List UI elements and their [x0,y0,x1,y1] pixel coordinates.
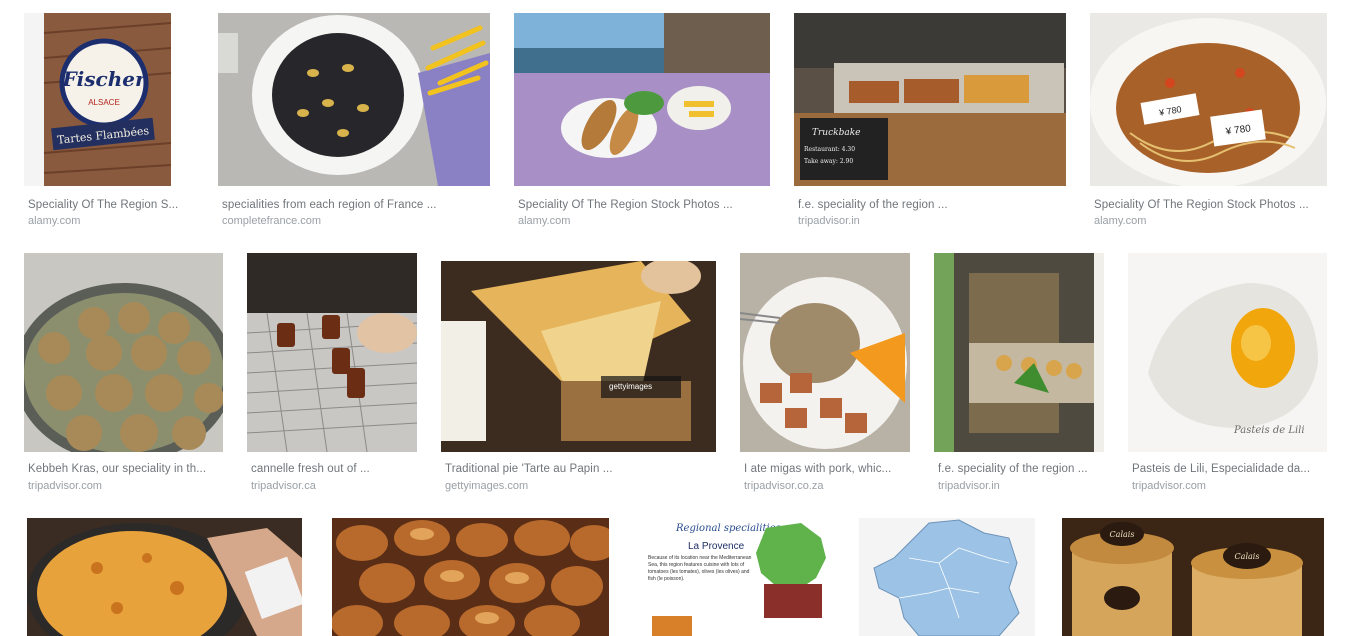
result-source: tripadvisor.com [28,480,102,492]
menu-line1-text: Restaurant: 4.30 [804,146,855,153]
result-thumbnail[interactable]: ¥ 780 ¥ 780 [1090,13,1327,186]
result-caption: Pasteis de Lili, Especialidade da... [1132,463,1311,475]
result-caption: Kebbeh Kras, our speciality in th... [28,463,207,475]
image-result[interactable] [332,518,609,636]
result-caption: specialities from each region of France … [222,199,437,211]
result-caption: cannelle fresh out of ... [251,463,370,475]
image-result[interactable]: cannelle fresh out of ... tripadvisor.ca [247,253,417,495]
result-caption: f.e. speciality of the region ... [798,199,948,211]
image-result[interactable]: specialities from each region of France … [218,13,490,233]
image-result[interactable]: gettyimages Traditional pie 'Tarte au Pa… [441,253,716,495]
result-source: tripadvisor.in [938,480,1000,492]
image-result[interactable]: f.e. speciality of the region ... tripad… [934,253,1104,495]
result-caption: Speciality Of The Region S... [28,199,179,211]
result-source: alamy.com [518,215,571,227]
result-thumbnail[interactable] [740,253,910,452]
result-caption: f.e. speciality of the region ... [938,463,1088,475]
pasteis-brand-text: Pasteis de Lili [1233,425,1305,436]
result-thumbnail[interactable]: Calais Calais [1062,518,1324,636]
result-thumbnail[interactable] [332,518,609,636]
result-source: alamy.com [1094,215,1147,227]
image-result[interactable]: Fischer ALSACE Tartes Flambées Specialit… [24,13,204,233]
result-source: completefrance.com [222,215,322,227]
result-thumbnail[interactable] [218,13,490,186]
result-thumbnail[interactable] [27,518,302,636]
image-result[interactable] [27,518,302,636]
image-result[interactable]: I ate migas with pork, whic... tripadvis… [740,253,910,495]
result-source: tripadvisor.co.za [744,480,824,492]
result-caption: I ate migas with pork, whic... [744,463,892,475]
result-caption: Speciality Of The Region Stock Photos ..… [518,199,733,211]
result-thumbnail[interactable] [934,253,1104,452]
image-result[interactable]: Calais Calais [1062,518,1324,636]
result-source: alamy.com [28,215,81,227]
result-thumbnail[interactable]: Truckbake Restaurant: 4.30 Take away: 2.… [794,13,1066,186]
result-thumbnail[interactable]: Pasteis de Lili [1128,253,1327,452]
sign-name-text: Fischer [61,67,147,91]
image-result[interactable] [859,518,1035,636]
image-result[interactable]: Kebbeh Kras, our speciality in th... tri… [24,253,223,495]
result-source: gettyimages.com [445,480,529,492]
result-source: tripadvisor.com [1132,480,1206,492]
image-result[interactable]: Pasteis de Lili Pasteis de Lili, Especia… [1128,253,1327,495]
image-result[interactable]: Truckbake Restaurant: 4.30 Take away: 2.… [794,13,1066,233]
menu-line2-text: Take away: 2.90 [804,158,853,165]
result-caption: Speciality Of The Region Stock Photos ..… [1094,199,1309,211]
menu-title-text: Truckbake [812,128,861,138]
result-source: tripadvisor.in [798,215,860,227]
getty-watermark: gettyimages [609,382,652,391]
image-result[interactable]: Regional specialities La Provence Becaus… [636,518,835,636]
worksheet-body: Because of its location near the Mediter… [648,555,752,582]
calais-logo-2: Calais [1235,552,1260,561]
calais-logo-1: Calais [1110,530,1135,539]
result-thumbnail[interactable] [859,518,1035,636]
result-thumbnail[interactable] [514,13,770,186]
result-thumbnail[interactable]: Fischer ALSACE Tartes Flambées [24,13,171,186]
image-result[interactable]: ¥ 780 ¥ 780 Speciality Of The Region Sto… [1090,13,1327,233]
image-result[interactable]: Speciality Of The Region Stock Photos ..… [514,13,770,233]
result-thumbnail[interactable] [24,253,223,452]
result-caption: Traditional pie 'Tarte au Papin ... [445,463,613,475]
result-thumbnail[interactable]: Regional specialities La Provence Becaus… [636,518,835,636]
worksheet-region: La Provence [688,541,745,552]
result-thumbnail[interactable]: gettyimages [441,261,716,452]
result-source: tripadvisor.ca [251,480,316,492]
result-thumbnail[interactable] [247,253,417,452]
sign-region-text: ALSACE [88,98,120,107]
